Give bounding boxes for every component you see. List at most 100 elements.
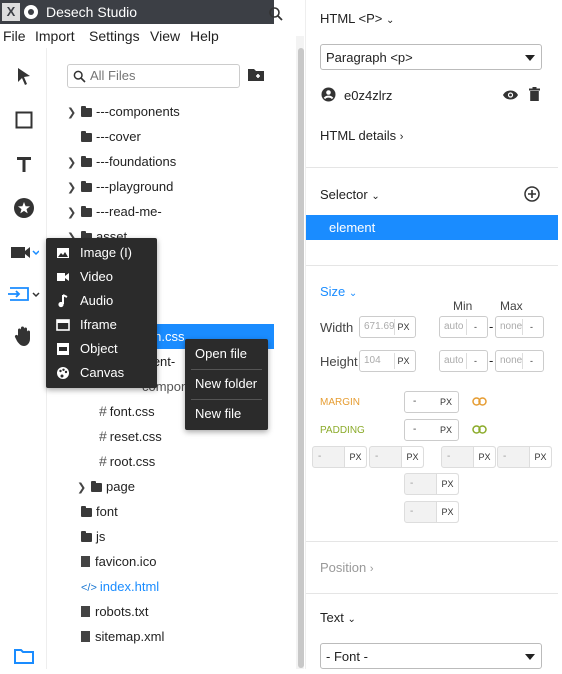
- position-section: Position ›: [306, 542, 558, 594]
- input-tool[interactable]: [0, 276, 47, 312]
- input-icon: [7, 287, 40, 301]
- select-tool[interactable]: [0, 58, 47, 94]
- iframe-icon: [56, 319, 70, 331]
- menu-settings[interactable]: Settings: [89, 28, 140, 44]
- tree-folder[interactable]: ---cover: [81, 124, 141, 149]
- selector-title[interactable]: Selector ⌄: [320, 187, 380, 202]
- padding-right-input[interactable]: - PX: [441, 446, 496, 468]
- height-label: Height: [320, 354, 358, 369]
- trash-icon[interactable]: [529, 87, 540, 101]
- menu-divider: [191, 399, 262, 400]
- menu-item-image[interactable]: Image (I): [46, 241, 157, 265]
- file-search-box[interactable]: [67, 64, 240, 88]
- height-input[interactable]: 104 PX: [359, 350, 416, 372]
- margin-bottom-input[interactable]: - PX: [404, 501, 459, 523]
- tool-strip: [0, 48, 47, 669]
- link-icon[interactable]: [472, 397, 487, 406]
- selector-item-element[interactable]: element: [306, 215, 558, 240]
- tree-file[interactable]: favicon.ico: [81, 549, 156, 574]
- menu-file[interactable]: File: [3, 28, 26, 44]
- text-title[interactable]: Text ⌄: [320, 610, 356, 625]
- file-icon: [81, 606, 90, 617]
- folder-icon: [81, 206, 92, 217]
- tag-select[interactable]: Paragraph <p>: [320, 44, 542, 70]
- max-height-input[interactable]: none -: [495, 350, 544, 372]
- padding-left-input[interactable]: - PX: [369, 446, 424, 468]
- text-section: Text ⌄ - Font -: [306, 594, 558, 669]
- audio-icon: [58, 294, 68, 308]
- position-title[interactable]: Position ›: [320, 560, 374, 575]
- menu-view[interactable]: View: [150, 28, 180, 44]
- padding-bottom-input[interactable]: - PX: [404, 473, 459, 495]
- code-icon: </>: [81, 582, 97, 594]
- file-search-input[interactable]: [90, 68, 235, 83]
- block-tool[interactable]: [0, 102, 47, 138]
- menu-help[interactable]: Help: [190, 28, 219, 44]
- html-details-link[interactable]: HTML details ›: [320, 128, 403, 143]
- folder-icon: [81, 106, 92, 117]
- size-section: Size ⌄ Min Max Width 671.69 PX auto - - no…: [306, 266, 558, 542]
- menu-item-iframe[interactable]: Iframe: [46, 313, 157, 337]
- new-folder-icon[interactable]: [247, 67, 265, 82]
- caret-down-icon: [525, 654, 535, 660]
- width-input[interactable]: 671.69 PX: [359, 316, 416, 338]
- menu-bar: File Import Settings View Help: [0, 24, 274, 48]
- icon-tool[interactable]: [0, 190, 47, 226]
- tree-folder[interactable]: ❯ page: [77, 474, 135, 499]
- menu-divider: [191, 369, 262, 370]
- add-circle-icon[interactable]: [524, 186, 540, 202]
- folder-icon: [81, 181, 92, 192]
- media-tool[interactable]: [0, 234, 47, 270]
- menu-import[interactable]: Import: [35, 28, 75, 44]
- folder-icon: [81, 131, 92, 142]
- padding-all-input[interactable]: - PX: [404, 419, 459, 441]
- tree-folder[interactable]: ❯ ---components: [67, 99, 180, 124]
- font-select[interactable]: - Font -: [320, 643, 542, 669]
- search-icon: [73, 70, 86, 83]
- tree-folder[interactable]: ❯ ---read-me-: [67, 199, 162, 224]
- eye-icon[interactable]: [502, 89, 519, 101]
- image-icon: [57, 248, 69, 258]
- file-icon: [81, 631, 90, 642]
- square-icon: [15, 111, 32, 129]
- menu-item-new-folder[interactable]: New folder: [185, 372, 268, 396]
- margin-all-input[interactable]: - PX: [404, 391, 459, 413]
- text-tool[interactable]: [0, 146, 47, 182]
- margin-right-input[interactable]: - PX: [497, 446, 552, 468]
- max-width-input[interactable]: none -: [495, 316, 544, 338]
- menu-item-audio[interactable]: Audio: [46, 289, 157, 313]
- tree-file[interactable]: # font.css: [99, 399, 155, 424]
- tree-file[interactable]: sitemap.xml: [81, 624, 164, 649]
- size-title[interactable]: Size ⌄: [320, 284, 357, 299]
- tree-file[interactable]: # reset.css: [99, 424, 162, 449]
- folder-icon: [81, 506, 92, 517]
- menu-item-open-file[interactable]: Open file: [185, 342, 268, 366]
- search-icon[interactable]: [268, 6, 284, 22]
- tree-folder[interactable]: ❯ ---playground: [67, 174, 173, 199]
- scrollbar-thumb[interactable]: [298, 48, 304, 668]
- element-ref: e0z4zlrz: [344, 88, 393, 103]
- menu-item-video[interactable]: Video: [46, 265, 157, 289]
- tree-folder[interactable]: font: [81, 499, 118, 524]
- margin-left-input[interactable]: - PX: [312, 446, 367, 468]
- width-label: Width: [320, 320, 354, 335]
- tree-folder[interactable]: js: [81, 524, 105, 549]
- hand-tool[interactable]: [0, 318, 47, 354]
- video-camera-icon: [10, 247, 39, 258]
- min-label: Min: [453, 299, 473, 313]
- canvas-icon: [57, 367, 69, 379]
- min-width-input[interactable]: auto -: [439, 316, 488, 338]
- html-section-title[interactable]: HTML <P> ⌄: [320, 11, 394, 26]
- min-height-input[interactable]: auto -: [439, 350, 488, 372]
- tree-file[interactable]: </> index.html: [81, 574, 159, 599]
- menu-item-canvas[interactable]: Canvas: [46, 361, 157, 385]
- video-icon: [57, 273, 69, 281]
- title-bar: X Desech Studio: [0, 0, 274, 24]
- folder-icon: [13, 649, 34, 664]
- menu-item-object[interactable]: Object: [46, 337, 157, 361]
- link-icon[interactable]: [472, 425, 487, 434]
- tree-folder[interactable]: ❯ ---foundations: [67, 149, 176, 174]
- tree-file[interactable]: # root.css: [99, 449, 155, 474]
- tree-file[interactable]: robots.txt: [81, 599, 148, 624]
- menu-item-new-file[interactable]: New file: [185, 402, 268, 426]
